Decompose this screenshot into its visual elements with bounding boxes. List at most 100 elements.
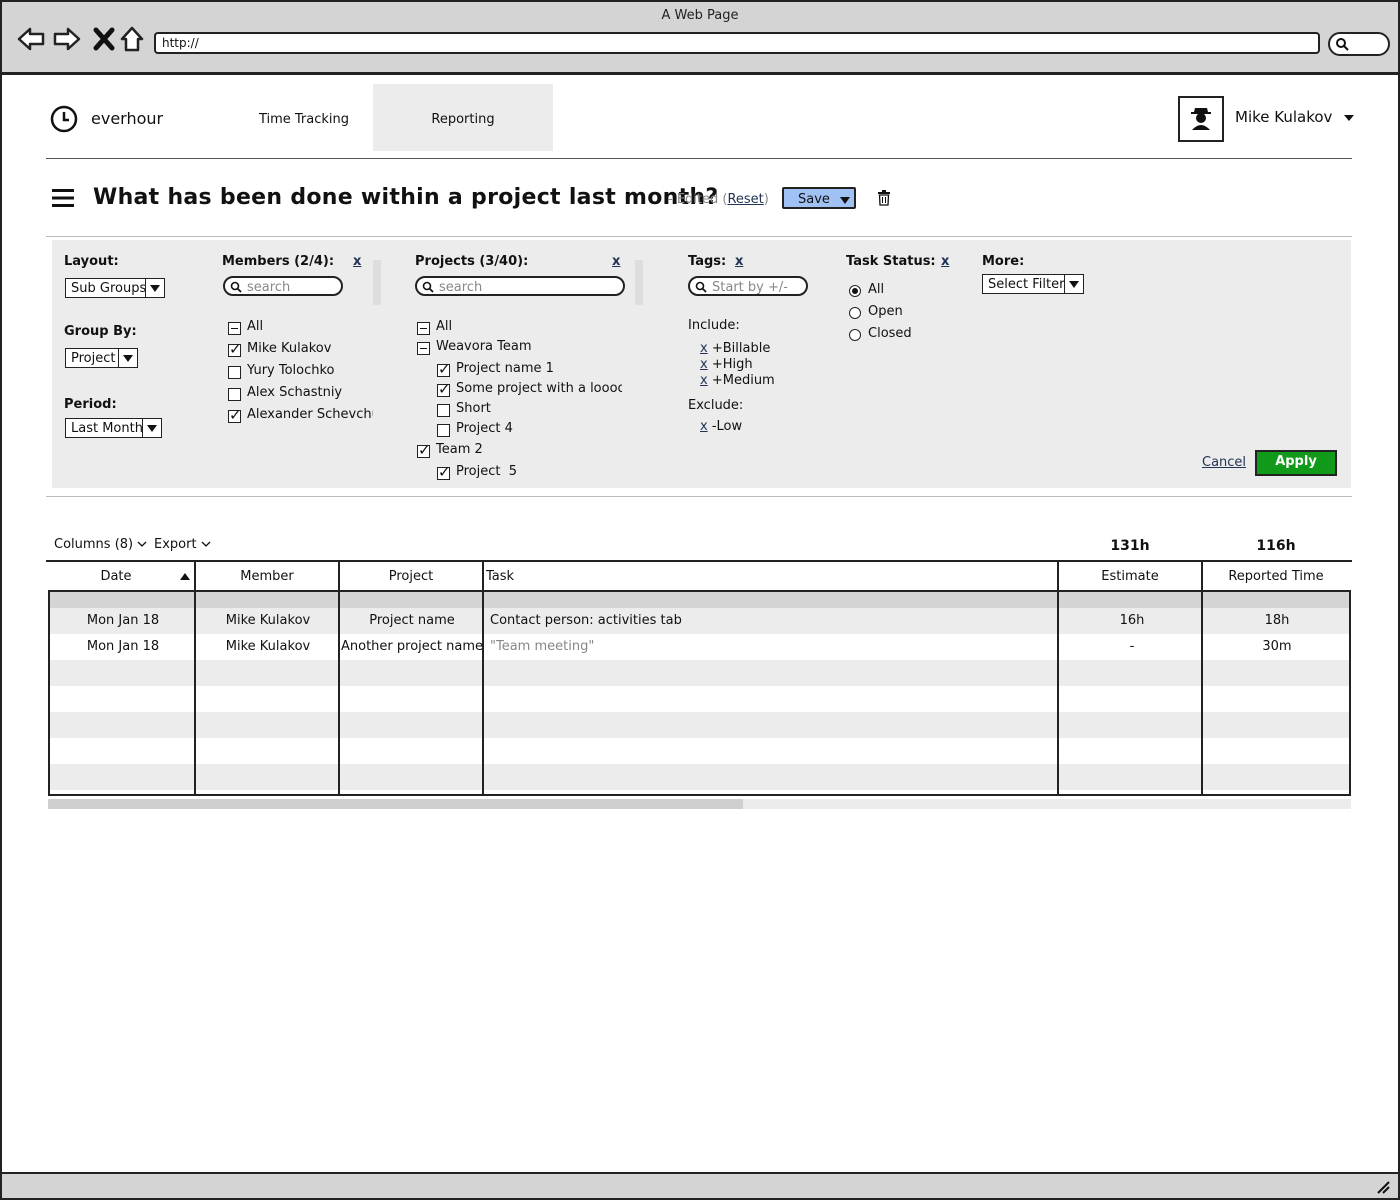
column-header-estimate[interactable]: Estimate: [1058, 569, 1202, 584]
search-icon: [1336, 38, 1349, 51]
chevron-down-icon: [137, 541, 147, 547]
export-menu[interactable]: Export: [154, 537, 211, 552]
browser-window: A Web Page http:// everhour Time Trackin…: [0, 0, 1400, 1200]
projects-scrollbar[interactable]: [635, 260, 643, 305]
status-radio-closed[interactable]: [849, 329, 861, 341]
user-menu[interactable]: Mike Kulakov: [1235, 108, 1355, 126]
project-checkbox-project-5[interactable]: [437, 463, 451, 481]
hamburger-menu-icon[interactable]: [52, 188, 74, 208]
stop-icon[interactable]: [90, 24, 120, 54]
group-header-row: [50, 592, 1349, 608]
remove-tag-link[interactable]: x: [700, 373, 708, 388]
apply-button[interactable]: Apply: [1255, 450, 1337, 476]
back-icon[interactable]: [16, 24, 46, 54]
project-checkbox-weavora-team[interactable]: [417, 342, 430, 355]
table-row[interactable]: Mon Jan 18 Mike Kulakov Another project …: [50, 634, 1349, 660]
project-checkbox-project-4[interactable]: [437, 424, 450, 437]
column-divider: [338, 561, 340, 591]
projects-search-input[interactable]: search: [415, 276, 625, 296]
group-by-select[interactable]: Project: [65, 348, 138, 368]
column-divider: [482, 561, 484, 591]
column-header-task[interactable]: Task: [486, 569, 514, 584]
forward-icon[interactable]: [52, 24, 82, 54]
sort-ascending-icon[interactable]: [180, 573, 190, 580]
avatar[interactable]: [1178, 96, 1224, 142]
layout-select[interactable]: Sub Groups: [65, 278, 165, 298]
member-checkbox-alex-schastniy[interactable]: [228, 388, 241, 401]
project-label: Team 2: [436, 442, 483, 457]
member-checkbox-all[interactable]: [228, 322, 241, 335]
cell-task: "Team meeting": [490, 639, 595, 654]
column-divider: [1057, 561, 1059, 591]
cell-member: Mike Kulakov: [225, 613, 311, 628]
cell-reported: 18h: [1264, 613, 1290, 628]
remove-tag-link[interactable]: x: [700, 341, 708, 356]
table-row[interactable]: Mon Jan 18 Mike Kulakov Project name Con…: [50, 608, 1349, 634]
horizontal-scrollbar[interactable]: [48, 799, 1351, 809]
members-scrollbar[interactable]: [373, 260, 381, 305]
status-option-label: Open: [868, 304, 903, 319]
tags-search-input[interactable]: Start by +/-: [688, 276, 808, 296]
tab-reporting[interactable]: Reporting: [373, 84, 553, 151]
member-checkbox-alexander-schevchuk[interactable]: [228, 406, 242, 424]
spy-avatar-icon: [1191, 108, 1211, 130]
search-icon: [695, 281, 707, 293]
remove-tag-link[interactable]: x: [700, 419, 708, 434]
members-clear-link[interactable]: x: [353, 254, 361, 269]
remove-tag-link[interactable]: x: [700, 357, 708, 372]
more-label: More:: [982, 254, 1025, 269]
tag-label: +Medium: [711, 373, 775, 388]
tab-time-tracking[interactable]: Time Tracking: [214, 84, 394, 151]
tag-include-item: x +Medium: [700, 373, 775, 388]
member-checkbox-mike-kulakov[interactable]: [228, 340, 242, 358]
project-checkbox-short[interactable]: [437, 404, 450, 417]
members-search-input[interactable]: search: [223, 276, 343, 296]
trash-icon[interactable]: [877, 190, 891, 206]
address-bar[interactable]: http://: [154, 32, 1320, 54]
reset-link[interactable]: Reset: [727, 192, 763, 207]
cell-estimate: 16h: [1119, 613, 1145, 628]
column-header-project[interactable]: Project: [340, 569, 482, 584]
column-divider: [338, 592, 340, 794]
clock-logo-icon: [50, 105, 78, 133]
member-label: Yury Tolochko: [247, 363, 335, 378]
cancel-link[interactable]: Cancel: [1202, 455, 1246, 470]
columns-menu[interactable]: Columns (8): [54, 537, 147, 552]
dropdown-arrow-icon: [142, 419, 161, 437]
projects-clear-link[interactable]: x: [612, 254, 620, 269]
empty-row: [50, 712, 1349, 738]
home-icon[interactable]: [118, 24, 148, 54]
project-checkbox-some-project[interactable]: [437, 380, 451, 398]
column-header-member[interactable]: Member: [196, 569, 338, 584]
task-status-clear-link[interactable]: x: [941, 254, 949, 269]
tag-label: +High: [711, 357, 753, 372]
project-checkbox-all[interactable]: [417, 322, 430, 335]
cell-date: Mon Jan 18: [86, 613, 160, 628]
members-search-placeholder: search: [247, 280, 291, 295]
project-checkbox-project-name-1[interactable]: [437, 360, 451, 378]
scrollbar-thumb[interactable]: [48, 799, 743, 809]
browser-search-field[interactable]: [1328, 32, 1390, 56]
group-by-label: Group By:: [64, 324, 137, 339]
caret-down-icon[interactable]: [840, 197, 850, 205]
status-radio-all[interactable]: [849, 285, 861, 297]
browser-toolbar: A Web Page http://: [2, 2, 1398, 75]
period-select[interactable]: Last Month: [65, 418, 162, 438]
app-logo[interactable]: everhour: [91, 109, 163, 128]
column-header-reported-time[interactable]: Reported Time: [1203, 569, 1349, 584]
save-button[interactable]: Save: [782, 187, 856, 209]
member-label: Alex Schastniy: [247, 385, 343, 400]
more-filter-select[interactable]: Select Filter: [982, 274, 1084, 294]
column-divider: [194, 561, 196, 591]
tags-clear-link[interactable]: x: [735, 254, 743, 269]
column-header-date[interactable]: Date: [48, 569, 184, 584]
resize-grip-icon[interactable]: [1376, 1180, 1390, 1194]
report-table: Mon Jan 18 Mike Kulakov Project name Con…: [48, 590, 1351, 796]
tag-exclude-item: x -Low: [700, 419, 742, 434]
columns-menu-label: Columns (8): [54, 537, 134, 552]
member-checkbox-yury-tolochko[interactable]: [228, 366, 241, 379]
project-checkbox-team-2[interactable]: [417, 441, 431, 459]
member-label: All: [247, 319, 264, 334]
member-label: Mike Kulakov: [247, 341, 332, 356]
status-radio-open[interactable]: [849, 307, 861, 319]
